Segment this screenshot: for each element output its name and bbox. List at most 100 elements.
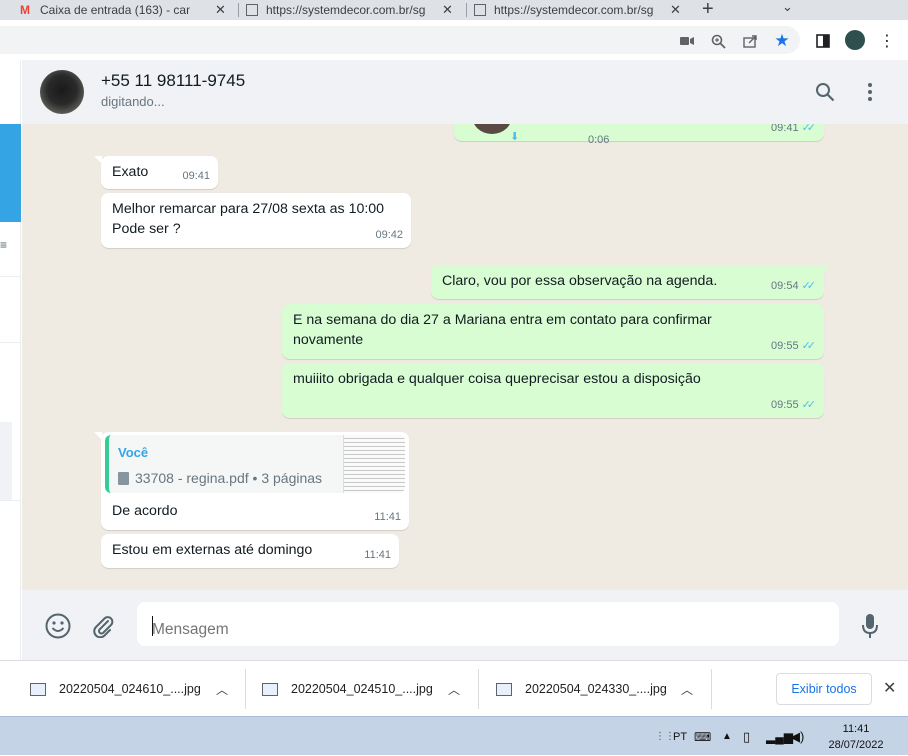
divider xyxy=(711,669,712,709)
tab-systemdecor-2[interactable]: https://systemdecor.com.br/sg ✕ xyxy=(474,0,692,20)
downloads-bar: 20220504_024610_....jpg ︿ 20220504_02451… xyxy=(0,660,908,716)
tab-title: https://systemdecor.com.br/sg xyxy=(494,3,654,17)
download-item[interactable]: 20220504_024330_....jpg ︿ xyxy=(496,661,706,717)
message-time: 09:54 xyxy=(771,280,799,292)
microphone-icon[interactable] xyxy=(856,612,884,640)
menu-icon[interactable] xyxy=(858,80,882,104)
message-text: Estou em externas até domingo xyxy=(112,542,313,558)
sidepanel-icon[interactable] xyxy=(814,32,832,50)
selected-chat-highlight xyxy=(0,124,21,222)
microphone-icon: ⬇ xyxy=(510,131,520,143)
message-outgoing[interactable]: E na semana do dia 27 a Mariana entra em… xyxy=(282,304,824,359)
camera-icon[interactable] xyxy=(678,32,696,50)
audio-sender-avatar xyxy=(472,124,512,134)
message-input[interactable] xyxy=(137,602,839,646)
browser-toolbar: ★ ⋮ xyxy=(0,20,908,60)
divider xyxy=(245,669,246,709)
message-incoming[interactable]: Melhor remarcar para 27/08 sexta as 10:0… xyxy=(101,193,411,248)
divider xyxy=(0,500,21,501)
zoom-icon[interactable] xyxy=(709,32,727,50)
filter-icon[interactable]: ≡ xyxy=(0,238,7,252)
typing-status: digitando... xyxy=(101,94,165,109)
message-text-line: E na semana do dia 27 a Mariana entra em… xyxy=(293,312,712,328)
message-incoming[interactable]: Exato 09:41 xyxy=(94,156,218,189)
message-time: 09:55 xyxy=(771,399,799,411)
quote-author: Você xyxy=(118,445,149,460)
tab-search-chevron-icon[interactable]: ⌄ xyxy=(782,0,793,15)
message-text: De acordo xyxy=(112,503,178,519)
chat-list-item[interactable] xyxy=(0,422,12,500)
message-text-line: Melhor remarcar para 27/08 sexta as 10:0… xyxy=(112,201,385,217)
message-outgoing[interactable]: Claro, vou por essa observação na agenda… xyxy=(431,265,831,299)
message-time: 09:41 xyxy=(182,170,210,182)
contact-avatar[interactable] xyxy=(40,70,84,114)
image-file-icon xyxy=(496,682,512,696)
contact-name[interactable]: +55 11 98111-9745 xyxy=(101,71,245,91)
image-file-icon xyxy=(262,682,278,696)
attach-icon[interactable] xyxy=(89,612,117,640)
message-incoming-reply[interactable]: Você 33708 - regina.pdf • 3 páginas De a… xyxy=(94,432,409,530)
download-item[interactable]: 20220504_024510_....jpg ︿ xyxy=(262,661,472,717)
read-ticks-icon: ✓✓ xyxy=(801,399,817,411)
page-icon xyxy=(246,4,258,16)
text-caret xyxy=(152,616,153,636)
show-all-downloads-button[interactable]: Exibir todos xyxy=(776,673,872,705)
system-clock[interactable]: 11:41 28/07/2022 xyxy=(820,721,892,753)
message-composer xyxy=(22,590,908,660)
message-time: 11:41 xyxy=(374,511,401,523)
browser-menu-icon[interactable]: ⋮ xyxy=(878,32,896,50)
emoji-icon[interactable] xyxy=(44,612,72,640)
message-time: 09:41 xyxy=(771,124,799,134)
show-hidden-icons-icon[interactable]: ▲ xyxy=(722,717,732,756)
chevron-up-icon[interactable]: ︿ xyxy=(216,681,228,698)
divider xyxy=(0,276,21,277)
quoted-message[interactable]: Você 33708 - regina.pdf • 3 páginas xyxy=(105,435,405,493)
download-filename: 20220504_024510_....jpg xyxy=(291,682,433,696)
clock-time: 11:41 xyxy=(842,723,870,735)
message-time: 11:41 xyxy=(364,549,391,561)
divider xyxy=(0,342,21,343)
chevron-up-icon[interactable]: ︿ xyxy=(448,681,460,698)
close-downloads-icon[interactable]: ✕ xyxy=(883,678,896,698)
network-icon[interactable]: ▂▄▆ xyxy=(766,717,793,756)
bubble-tail xyxy=(823,265,831,273)
tab-title: Caixa de entrada (163) - camila xyxy=(40,3,190,17)
profile-avatar[interactable] xyxy=(845,30,865,50)
bubble-tail xyxy=(94,432,102,440)
download-filename: 20220504_024330_....jpg xyxy=(525,682,667,696)
audio-message[interactable]: ⬇ 0:06 09:41 ✓✓ xyxy=(454,124,824,146)
share-icon[interactable] xyxy=(741,32,759,50)
chat-messages[interactable]: ⬇ 0:06 09:41 ✓✓ Exato 09:41 Melhor remarc… xyxy=(22,124,908,590)
clock-date: 28/07/2022 xyxy=(828,739,884,751)
document-icon xyxy=(118,471,129,485)
tab-systemdecor-1[interactable]: https://systemdecor.com.br/sg ✕ xyxy=(246,0,464,20)
close-tab-icon[interactable]: ✕ xyxy=(670,2,681,18)
page-icon xyxy=(474,4,486,16)
search-icon[interactable] xyxy=(813,80,837,104)
new-tab-button[interactable]: + xyxy=(702,0,714,20)
gmail-icon: M xyxy=(20,3,30,17)
close-tab-icon[interactable]: ✕ xyxy=(442,2,453,18)
read-ticks-icon: ✓✓ xyxy=(801,340,817,352)
download-item[interactable]: 20220504_024610_....jpg ︿ xyxy=(30,661,240,717)
language-indicator[interactable]: PT xyxy=(673,717,687,756)
message-text-line: novamente xyxy=(293,332,364,348)
message-outgoing[interactable]: muiiito obrigada e qualquer coisa quepre… xyxy=(282,363,824,418)
message-incoming[interactable]: Estou em externas até domingo 11:41 xyxy=(101,534,399,568)
tab-gmail[interactable]: M Caixa de entrada (163) - camila ✕ xyxy=(18,0,236,20)
volume-icon[interactable]: ◀) xyxy=(790,717,804,756)
bookmark-star-icon[interactable]: ★ xyxy=(773,31,791,50)
download-filename: 20220504_024610_....jpg xyxy=(59,682,201,696)
keyboard-icon[interactable]: ⌨ xyxy=(694,717,711,756)
taskbar-grip-icon: ⋮⋮ xyxy=(655,731,675,742)
browser-tabbar: M Caixa de entrada (163) - camila ✕ http… xyxy=(0,0,908,20)
taskbar: ⋮⋮ PT ⌨ ▲ ▯ ▂▄▆ ◀) 11:41 28/07/2022 xyxy=(0,716,908,755)
close-tab-icon[interactable]: ✕ xyxy=(215,2,226,18)
tab-separator xyxy=(466,3,467,17)
tab-separator xyxy=(238,3,239,17)
device-icon[interactable]: ▯ xyxy=(743,717,750,756)
message-text-line: Pode ser ? xyxy=(112,221,181,237)
message-time: 09:55 xyxy=(771,340,799,352)
chat-header: +55 11 98111-9745 digitando... xyxy=(22,60,908,124)
chevron-up-icon[interactable]: ︿ xyxy=(681,681,693,698)
